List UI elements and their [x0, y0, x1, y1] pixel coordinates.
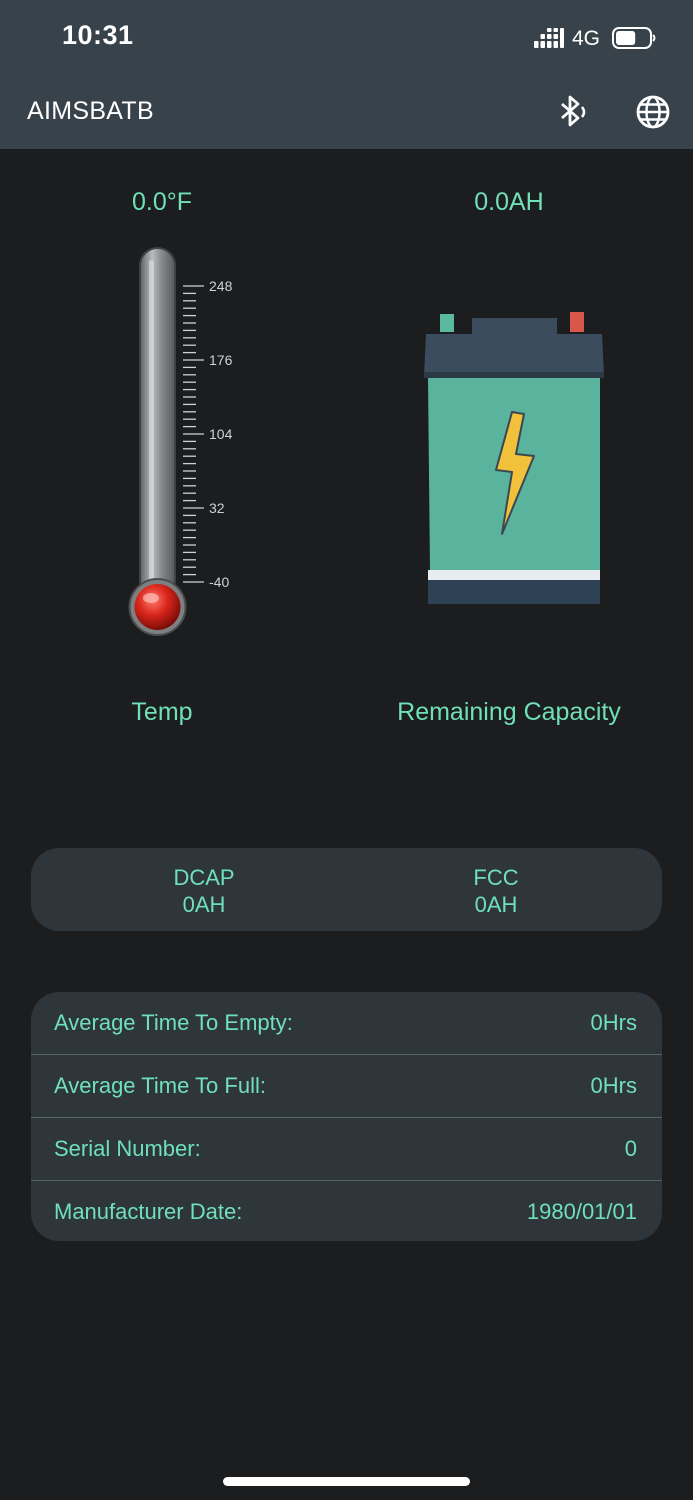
info-row-time-to-full: Average Time To Full: 0Hrs — [31, 1055, 662, 1118]
capacity-label: Remaining Capacity — [397, 698, 621, 726]
thermometer-scale-labels: 248 176 104 32 -40 — [209, 278, 233, 590]
dcap-label: DCAP — [173, 865, 235, 890]
info-value: 0Hrs — [590, 1010, 637, 1035]
battery-icon — [424, 312, 604, 604]
info-value: 1980/01/01 — [526, 1199, 637, 1224]
home-indicator[interactable] — [223, 1477, 470, 1486]
info-value: 0 — [624, 1136, 637, 1161]
status-time: 10:31 — [62, 20, 134, 50]
thermometer-icon: 248 176 104 32 -40 — [128, 247, 233, 636]
capacity-summary-card: DCAP 0AH FCC 0AH — [31, 848, 662, 931]
network-type: 4G — [572, 27, 601, 50]
info-value: 0Hrs — [590, 1073, 637, 1098]
dcap-value: 0AH — [182, 892, 226, 917]
scale-tick-label: 248 — [209, 278, 233, 294]
dcap-block: DCAP 0AH — [104, 864, 304, 918]
scale-tick-label: -40 — [209, 574, 229, 590]
top-bar: 10:31 4G AIMSBATB — [0, 0, 693, 149]
scale-tick-label: 32 — [209, 500, 225, 516]
cellular-signal-icon — [534, 28, 564, 48]
info-label: Average Time To Empty: — [54, 1010, 293, 1035]
fcc-block: FCC 0AH — [396, 864, 596, 918]
battery-info-card: Average Time To Empty: 0Hrs Average Time… — [31, 992, 662, 1241]
info-row-time-to-empty: Average Time To Empty: 0Hrs — [31, 992, 662, 1055]
info-row-serial-number: Serial Number: 0 — [31, 1118, 662, 1181]
temperature-value: 0.0°F — [131, 188, 193, 216]
info-label: Average Time To Full: — [54, 1073, 266, 1098]
info-label: Manufacturer Date: — [54, 1199, 243, 1224]
bluetooth-button[interactable] — [553, 93, 591, 131]
battery-status-icon — [612, 27, 656, 49]
app-title: AIMSBATB — [27, 97, 154, 125]
info-label: Serial Number: — [54, 1136, 201, 1161]
fcc-value: 0AH — [474, 892, 518, 917]
fcc-label: FCC — [473, 865, 519, 890]
scale-tick-label: 176 — [209, 352, 233, 368]
globe-icon — [636, 95, 670, 129]
temperature-label: Temp — [131, 698, 193, 726]
scale-tick-label: 104 — [209, 426, 233, 442]
bluetooth-icon — [561, 95, 586, 127]
language-button[interactable] — [634, 93, 672, 131]
info-row-manufacturer-date: Manufacturer Date: 1980/01/01 — [31, 1181, 662, 1241]
capacity-value: 0.0AH — [474, 188, 544, 216]
